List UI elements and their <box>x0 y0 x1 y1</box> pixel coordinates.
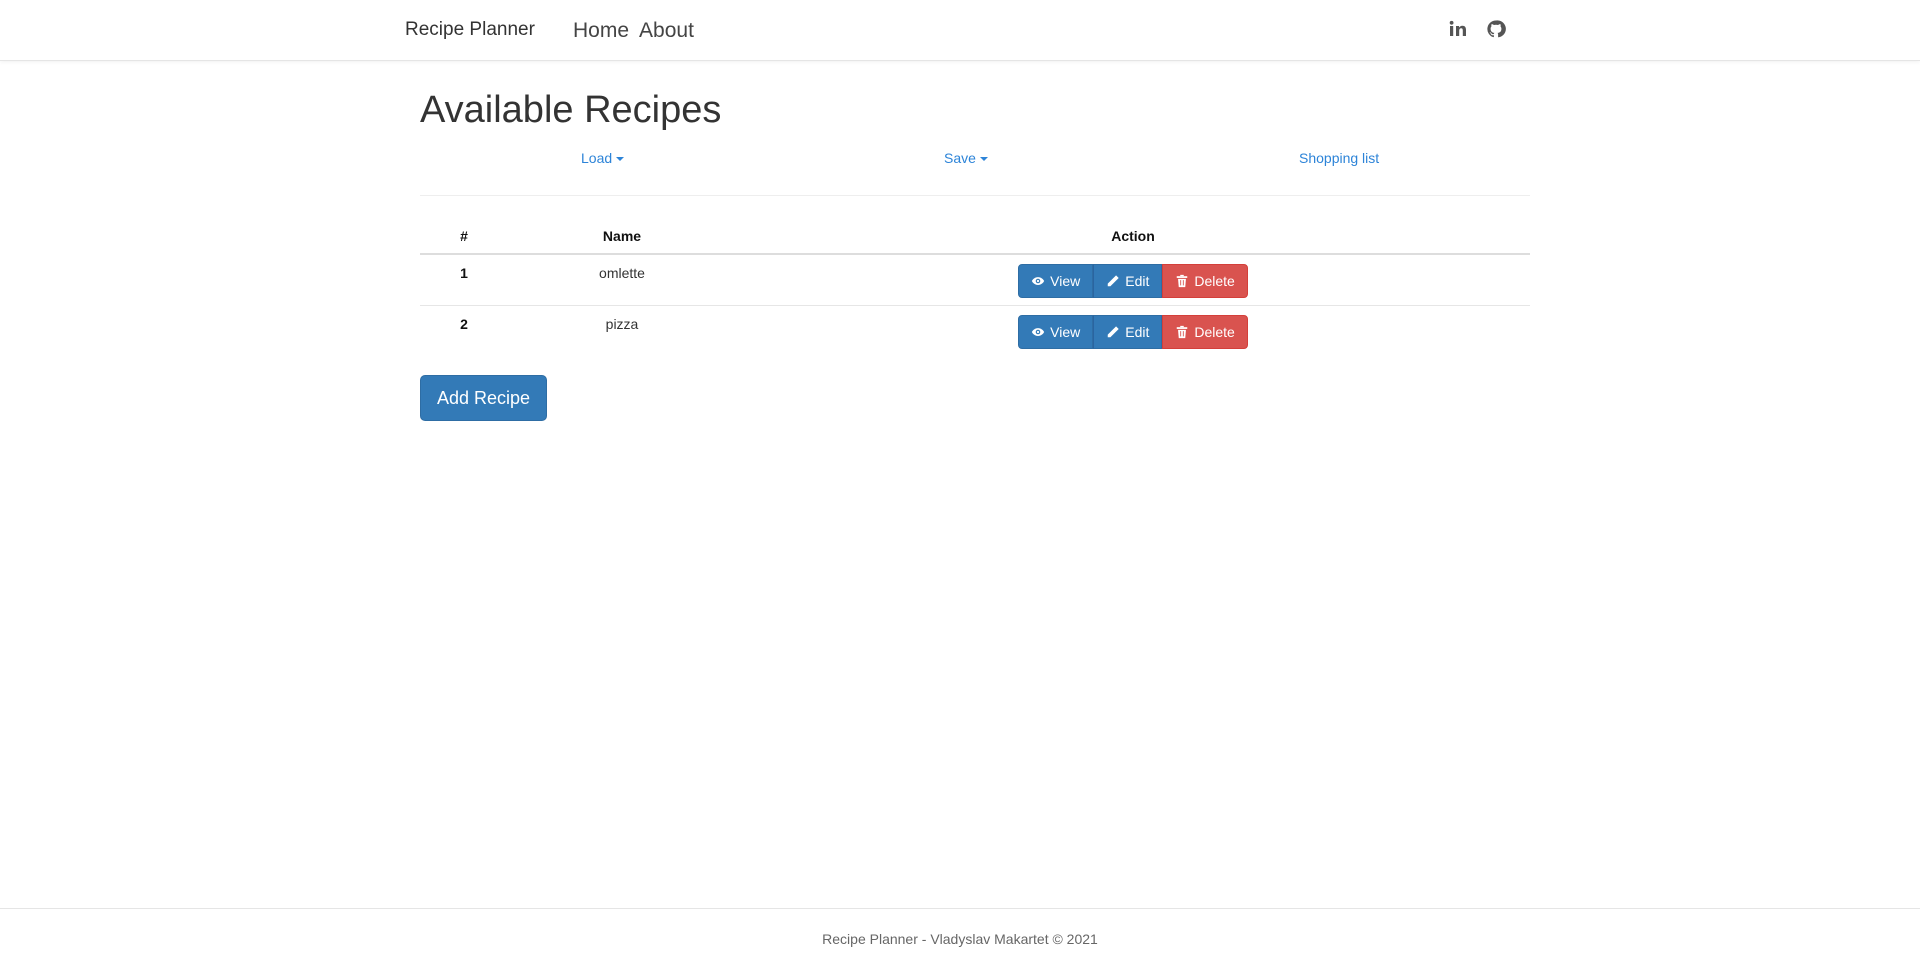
linkedin-icon[interactable] <box>1448 19 1468 39</box>
header-num: # <box>420 218 508 255</box>
nav-link-about[interactable]: About <box>639 19 694 43</box>
trash-icon <box>1177 325 1188 338</box>
edit-button[interactable]: Edit <box>1093 264 1163 298</box>
social-links <box>1448 19 1506 39</box>
view-label: View <box>1050 273 1081 289</box>
delete-label: Delete <box>1194 273 1235 289</box>
recipes-table: # Name Action 1 omlette View Edit Delete… <box>420 218 1530 356</box>
pencil-icon <box>1108 325 1119 337</box>
caret-down-icon <box>616 156 625 161</box>
delete-button[interactable]: Delete <box>1162 264 1248 298</box>
delete-label: Delete <box>1194 323 1235 340</box>
brand-link[interactable]: Recipe Planner <box>405 19 535 41</box>
table-header-row: # Name Action <box>420 218 1530 255</box>
view-button[interactable]: View <box>1018 264 1094 298</box>
footer: Recipe Planner - Vladyslav Makartet © 20… <box>0 908 1920 969</box>
table-row: 2 pizza View Edit Delete <box>420 305 1530 356</box>
table-row: 1 omlette View Edit Delete <box>420 254 1530 306</box>
edit-button[interactable]: Edit <box>1093 314 1163 349</box>
shopping-list-link[interactable]: Shopping list <box>1299 150 1379 166</box>
view-label: View <box>1050 323 1081 340</box>
save-label: Save <box>944 150 976 166</box>
save-dropdown[interactable]: Save <box>944 150 988 166</box>
pencil-icon <box>1108 275 1119 287</box>
navbar: Recipe Planner Home About <box>0 0 1920 61</box>
action-button-group: View Edit Delete <box>1018 314 1248 349</box>
toolbar: Load Save Shopping list <box>420 148 1530 196</box>
edit-label: Edit <box>1125 323 1150 340</box>
trash-icon <box>1177 274 1188 288</box>
row-num: 2 <box>460 315 468 332</box>
view-button[interactable]: View <box>1018 314 1094 349</box>
header-action: Action <box>736 218 1530 255</box>
nav-links: Home About <box>573 19 694 43</box>
row-actions: View Edit Delete <box>736 254 1530 306</box>
row-name: omlette <box>508 254 736 306</box>
load-dropdown[interactable]: Load <box>581 150 625 166</box>
action-button-group: View Edit Delete <box>1018 264 1248 298</box>
header-name: Name <box>508 218 736 255</box>
github-icon[interactable] <box>1486 19 1506 39</box>
row-actions: View Edit Delete <box>736 305 1530 356</box>
add-recipe-button[interactable]: Add Recipe <box>420 375 547 421</box>
caret-down-icon <box>979 156 988 161</box>
page-title: Available Recipes <box>420 89 722 131</box>
nav-link-home[interactable]: Home <box>573 19 629 43</box>
eye-icon <box>1032 277 1045 285</box>
row-name: pizza <box>605 315 639 332</box>
row-num: 1 <box>420 254 508 306</box>
footer-text: Recipe Planner - Vladyslav Makartet © 20… <box>822 931 1098 947</box>
delete-button[interactable]: Delete <box>1162 314 1248 349</box>
load-label: Load <box>581 150 613 166</box>
edit-label: Edit <box>1125 273 1150 289</box>
eye-icon <box>1032 327 1045 336</box>
